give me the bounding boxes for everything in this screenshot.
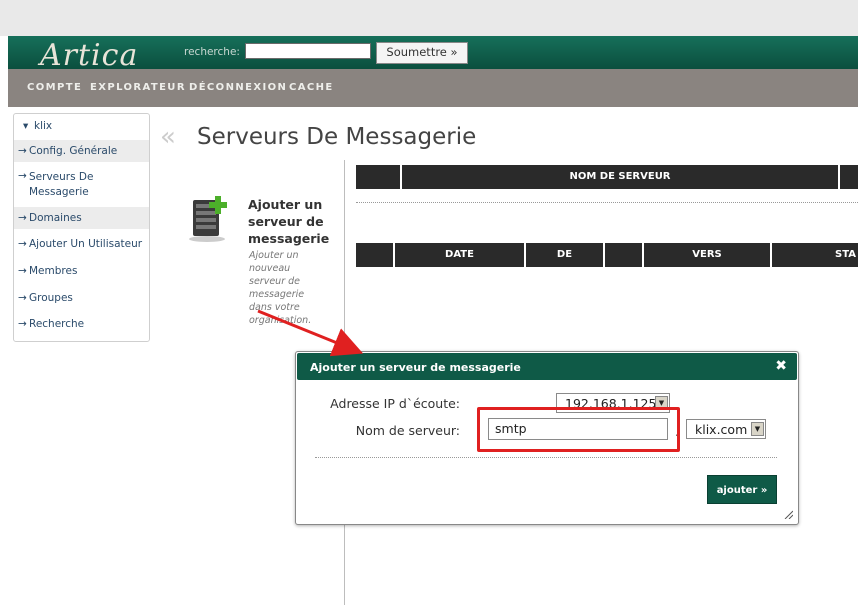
sidebar-item-label: Ajouter Un Utilisateur: [29, 238, 143, 250]
domain-value: klix.com: [695, 422, 748, 437]
table2-header-status[interactable]: STA: [772, 243, 858, 267]
dialog-divider: [315, 457, 777, 458]
server-name-label: Nom de serveur:: [355, 423, 460, 438]
sidebar-item-label: Domaines: [29, 212, 82, 224]
sidebar-item-ajouter-utilisateur[interactable]: → Ajouter Un Utilisateur: [14, 235, 149, 255]
main-nav: COMPTE EXPLORATEUR DÉCONNEXION CACHE: [8, 69, 858, 107]
table1-header-col[interactable]: [356, 165, 402, 189]
page-title: Serveurs De Messagerie: [197, 124, 477, 150]
triangle-down-icon: ▾: [23, 120, 29, 132]
sidebar-item-label: Membres: [29, 265, 78, 277]
table1-header-col[interactable]: [840, 165, 858, 189]
sidebar-item-membres[interactable]: → Membres: [14, 262, 149, 282]
nav-explorateur[interactable]: EXPLORATEUR: [90, 82, 186, 93]
arrow-right-icon: →: [18, 292, 27, 304]
dropdown-arrow-icon: ▼: [751, 422, 764, 436]
sidebar-item-label: Groupes: [29, 292, 73, 304]
arrow-right-icon: →: [18, 212, 27, 224]
nav-deconnexion[interactable]: DÉCONNEXION: [189, 82, 287, 93]
arrow-right-icon: →: [18, 318, 27, 330]
table2-header-col[interactable]: [356, 243, 395, 267]
arrow-right-icon: →: [18, 265, 27, 277]
arrow-right-icon: →: [18, 170, 27, 182]
table2-header-de[interactable]: DE: [526, 243, 605, 267]
ajouter-button[interactable]: ajouter »: [707, 475, 777, 504]
search-input[interactable]: [245, 43, 371, 59]
table1-divider: [356, 202, 858, 203]
add-server-icon[interactable]: [187, 194, 237, 248]
sidebar-item-config[interactable]: → Config. Générale: [14, 140, 149, 162]
search-submit-button[interactable]: Soumettre »: [376, 42, 468, 64]
nav-compte[interactable]: COMPTE: [27, 82, 82, 93]
arrow-right-icon: →: [18, 238, 27, 250]
close-icon[interactable]: ✖: [775, 358, 787, 374]
app-header: Artica recherche: Soumettre »: [8, 36, 858, 73]
sidebar-item-label: Serveurs De Messagerie: [29, 171, 94, 198]
dialog-title: Ajouter un serveur de messagerie: [310, 361, 521, 374]
browser-top-bar: [0, 0, 858, 36]
highlight-box: [477, 407, 680, 452]
sidebar-item-label: Config. Générale: [29, 145, 118, 157]
sidebar-root-label: klix: [34, 120, 53, 132]
table2-header-date[interactable]: DATE: [395, 243, 526, 267]
dialog-header[interactable]: Ajouter un serveur de messagerie ✖: [297, 353, 797, 380]
sidebar-item-serveurs[interactable]: → Serveurs De Messagerie: [14, 167, 149, 201]
nav-cache[interactable]: CACHE: [289, 82, 334, 93]
table2-header-col[interactable]: [605, 243, 644, 267]
resize-handle-icon[interactable]: [783, 509, 793, 519]
chevron-left-icon[interactable]: «: [160, 122, 176, 152]
ip-address-label: Adresse IP d`écoute:: [330, 396, 460, 411]
artica-logo[interactable]: Artica: [40, 38, 138, 73]
sidebar-item-recherche[interactable]: → Recherche: [14, 315, 149, 335]
domain-select[interactable]: klix.com ▼: [686, 419, 766, 439]
arrow-right-icon: →: [18, 145, 27, 157]
add-server-description: Ajouter un nouveau serveur de messagerie…: [249, 250, 312, 326]
sidebar-root-klix[interactable]: ▾ klix: [14, 120, 149, 134]
table1-header-nom-serveur[interactable]: NOM DE SERVEUR: [402, 165, 840, 189]
sidebar-item-groupes[interactable]: → Groupes: [14, 289, 149, 309]
search-label: recherche:: [184, 46, 240, 58]
sidebar-item-domaines[interactable]: → Domaines: [14, 207, 149, 229]
sidebar: ▾ klix → Config. Générale → Serveurs De …: [13, 113, 150, 342]
add-server-title[interactable]: Ajouter un serveur de messagerie: [248, 196, 338, 247]
sidebar-item-label: Recherche: [29, 318, 85, 330]
table2-header-vers[interactable]: VERS: [644, 243, 772, 267]
